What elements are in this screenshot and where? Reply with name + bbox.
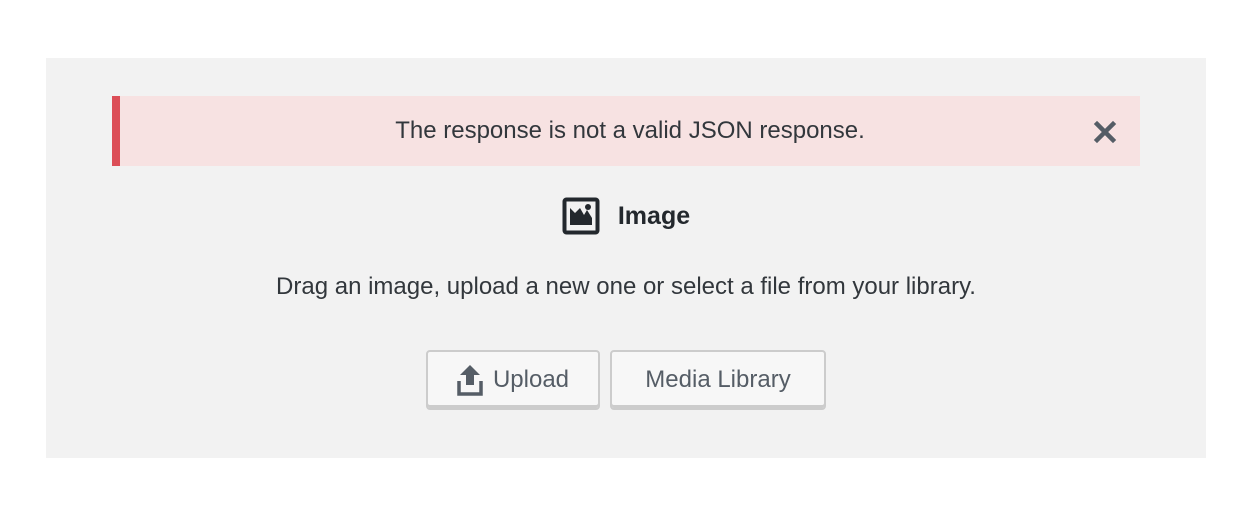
image-block-placeholder: The response is not a valid JSON respons… (46, 58, 1206, 458)
media-library-button-label: Media Library (645, 366, 791, 393)
upload-button[interactable]: Upload (426, 350, 600, 410)
close-icon[interactable] (1092, 119, 1118, 145)
image-icon (562, 197, 600, 235)
block-heading: Image (46, 196, 1206, 236)
upload-button-label: Upload (492, 366, 570, 393)
error-notice-message: The response is not a valid JSON respons… (395, 117, 865, 144)
error-notice: The response is not a valid JSON respons… (112, 96, 1140, 166)
block-instructions: Drag an image, upload a new one or selec… (276, 273, 976, 300)
upload-icon (457, 364, 483, 396)
button-group: Upload Media Library (46, 350, 1206, 410)
block-title: Image (617, 201, 691, 230)
media-library-button[interactable]: Media Library (610, 350, 826, 410)
